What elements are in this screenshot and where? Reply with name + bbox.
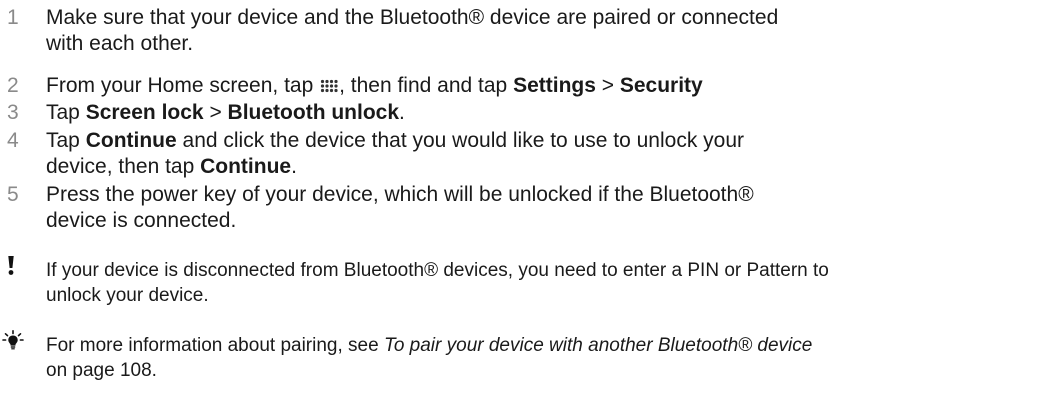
- settings-label: Settings: [513, 74, 596, 97]
- cross-reference-link[interactable]: To pair your device with another Bluetoo…: [384, 335, 812, 356]
- step-text: From your Home screen, tap , then find a…: [46, 73, 946, 99]
- step-text: Tap Continue and click the device that y…: [46, 128, 946, 180]
- step-text-part: , then find and tap: [339, 74, 514, 97]
- step-number: 3: [7, 101, 19, 124]
- screen-lock-label: Screen lock: [85, 101, 204, 124]
- step-text-part: From your Home screen, tap: [46, 74, 320, 97]
- continue-label: Continue: [200, 155, 292, 178]
- exclamation-icon: [8, 256, 14, 275]
- step-text: Press the power key of your device, whic…: [46, 182, 946, 234]
- separator: >: [203, 101, 228, 124]
- step-text-part: and click the device that you would like…: [176, 129, 745, 152]
- bluetooth-unlock-label: Bluetooth unlock: [227, 101, 400, 124]
- step-text-part: .: [399, 101, 405, 124]
- security-label: Security: [619, 74, 703, 97]
- continue-label: Continue: [85, 129, 177, 152]
- step-text: Make sure that your device and the Bluet…: [46, 5, 946, 57]
- step-line: device is connected.: [46, 209, 237, 232]
- page: 1 Make sure that your device and the Blu…: [0, 0, 1059, 412]
- separator: >: [595, 74, 620, 97]
- apps-grid-icon: [320, 79, 338, 93]
- tip-text: For more information about pairing, see …: [46, 333, 1046, 383]
- step-number: 2: [7, 74, 19, 97]
- warning-text: If your device is disconnected from Blue…: [46, 258, 1046, 308]
- step-text: Tap Screen lock > Bluetooth unlock.: [46, 100, 946, 126]
- step-number: 4: [7, 129, 19, 152]
- warning-line: unlock your device.: [46, 285, 209, 306]
- step-text-part: .: [291, 155, 297, 178]
- step-number: 1: [7, 6, 19, 29]
- tip-text-part: on page 108.: [46, 360, 157, 381]
- step-number: 5: [7, 183, 19, 206]
- step-text-part: device, then tap: [46, 155, 201, 178]
- tip-text-part: For more information about pairing, see: [46, 335, 384, 356]
- step-text-part: Tap: [46, 129, 86, 152]
- step-line: Make sure that your device and the Bluet…: [46, 6, 779, 29]
- step-line: Press the power key of your device, whic…: [46, 183, 754, 206]
- step-line: with each other.: [46, 32, 194, 55]
- warning-line: If your device is disconnected from Blue…: [46, 260, 829, 281]
- lightbulb-icon: [2, 330, 24, 350]
- step-text-part: Tap: [46, 101, 86, 124]
